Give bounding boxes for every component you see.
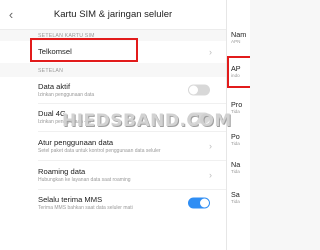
carrier-highlight-box: [30, 38, 138, 62]
chevron-right-icon: ›: [209, 47, 212, 57]
apn-item-label: Nam: [231, 30, 247, 39]
row-roaming-data[interactable]: Roaming data Hubungkan ke layanan data s…: [0, 161, 226, 189]
apn-item-name[interactable]: Nam APN: [231, 30, 246, 44]
row-data-aktif[interactable]: Data aktif Izinkan penggunaan data: [0, 77, 226, 103]
row-selalu-terima-mms[interactable]: Selalu terima MMS Terima MMS bahkan saat…: [0, 190, 226, 216]
row-label: Atur penggunaan data: [38, 137, 114, 147]
watermark: HIEDSBAND.COM: [62, 111, 232, 131]
apn-item-sub: Tida: [231, 169, 240, 174]
back-arrow-icon[interactable]: ‹: [0, 0, 22, 30]
apn-item-sub: APN: [231, 39, 241, 44]
row-atur-penggunaan-data[interactable]: Atur penggunaan data Setel paket data un…: [0, 132, 226, 160]
apn-item-label: Na: [231, 160, 241, 169]
toggle-knob: [200, 198, 209, 208]
apn-item-proxy[interactable]: Pro Tida: [231, 100, 242, 114]
screen: ‹ Kartu SIM & jaringan seluler SETELAN K…: [0, 0, 250, 250]
title-bar: ‹ Kartu SIM & jaringan seluler: [0, 0, 226, 30]
apn-item-port[interactable]: Po Tida: [231, 132, 240, 146]
selalu-terima-mms-toggle[interactable]: [188, 197, 210, 209]
apn-item-username[interactable]: Na Tida: [231, 160, 240, 174]
apn-item-sub: Tida: [231, 109, 240, 114]
section-header-settings: SETELAN: [0, 63, 226, 77]
chevron-right-icon: ›: [209, 141, 212, 151]
row-sub: Setel paket data untuk kontrol penggunaa…: [38, 147, 161, 154]
apn-item-sub: Tida: [231, 141, 240, 146]
apn-item-password[interactable]: Sa Tida: [231, 190, 240, 204]
toggle-knob: [189, 85, 198, 95]
row-label: Roaming data: [38, 166, 86, 176]
apn-item-label: Pro: [231, 100, 243, 109]
page-title: Kartu SIM & jaringan seluler: [53, 9, 173, 20]
chevron-right-icon: ›: [209, 170, 212, 180]
row-sub: Hubungkan ke layanan data saat roaming: [38, 176, 131, 183]
apn-item-label: Sa: [231, 190, 240, 199]
apn-highlight-box: [227, 56, 250, 88]
apn-item-sub: Tida: [231, 199, 240, 204]
data-aktif-toggle[interactable]: [188, 84, 210, 96]
apn-item-label: Po: [231, 132, 240, 141]
